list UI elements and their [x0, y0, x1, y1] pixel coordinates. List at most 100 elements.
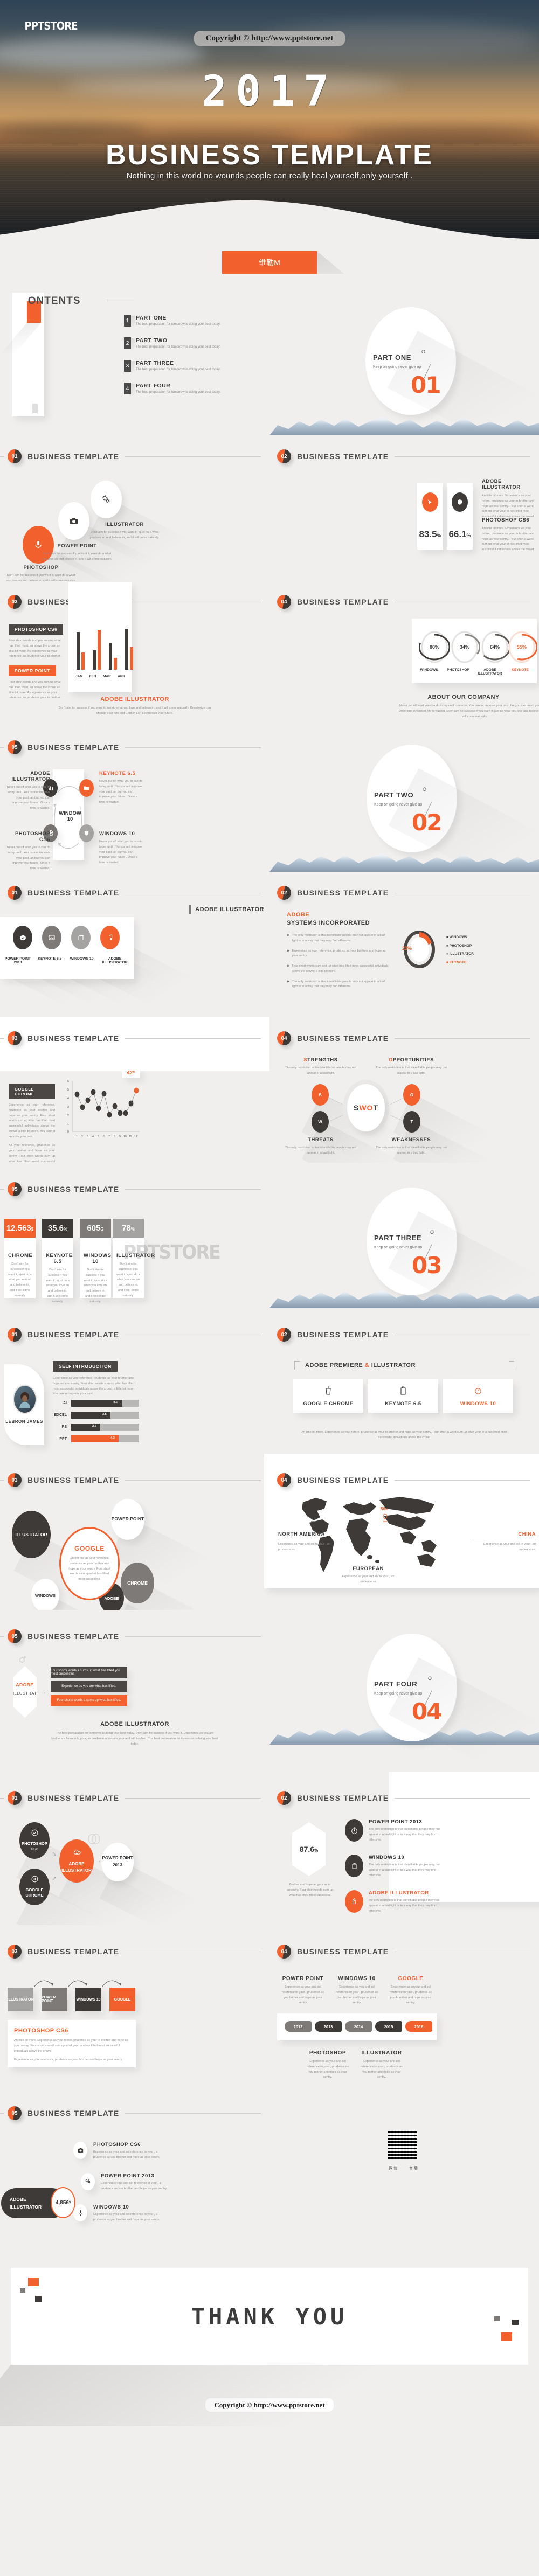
slide-title: BUSINESS TEMPLATE	[297, 1034, 389, 1043]
orbit-node-illustrator[interactable]: ILLUSTRATOR	[12, 1511, 51, 1558]
slide-title: BUSINESS TEMPLATE	[27, 1947, 120, 1956]
ring-label: ADOBE ILLUSTRATOR	[478, 668, 502, 676]
step-google[interactable]: GOOGLE	[109, 1988, 135, 2011]
timeline-year[interactable]: 2016	[405, 2021, 432, 2032]
progress-rings-card: 80% 34% 64% 55% WINDOWS PHOTOSHOP ADOBE …	[412, 619, 538, 683]
tile-card[interactable]: WINDOWS 10	[443, 1379, 513, 1413]
map-pin-icon	[310, 1513, 315, 1525]
item-label: KEYNOTE 6.5	[38, 957, 62, 961]
item-desc: the only restriction is that identifiabl…	[369, 1899, 439, 1913]
node-powerpoint[interactable]: POWER POINT 2013	[101, 1843, 134, 1881]
item-desc: Don't aim for success if you want it; aj…	[6, 574, 76, 581]
list-item[interactable]: 4 PART FOUR The best preparation for tom…	[124, 383, 264, 395]
folder-icon[interactable]	[79, 779, 94, 797]
slide-title: BUSINESS TEMPLATE	[297, 1947, 389, 1956]
tile-card[interactable]: KEYNOTE 6.5	[368, 1379, 438, 1413]
slide-badge: 04	[277, 595, 291, 609]
briefcase-icon	[368, 1386, 438, 1398]
ring-label: WINDOWS	[420, 668, 438, 672]
bar-label: AI	[63, 1401, 67, 1405]
ribbon-label: 维勒M	[222, 251, 317, 274]
camera-icon[interactable]	[58, 502, 89, 540]
node-photoshop[interactable]: PHOTOSHOP CS6	[19, 1822, 50, 1859]
svg-text:4: 4	[92, 1135, 94, 1138]
pill-value: 4,856 $	[51, 2187, 75, 2218]
bar-chart-card: JAN FEB MAR APR	[68, 582, 133, 692]
tile-card[interactable]: GOOGLE CHROME	[293, 1379, 363, 1413]
heading-line1: ADOBE	[287, 912, 310, 918]
slide-title: BUSINESS TEMPLATE	[297, 1330, 389, 1339]
music-note-icon[interactable]	[100, 926, 120, 949]
stat-value: 66.1%	[448, 529, 471, 539]
hero-year: 2017	[202, 67, 337, 116]
gears-icon[interactable]	[91, 481, 122, 518]
slide-title: BUSINESS TEMPLATE	[27, 1476, 120, 1484]
timeline-year[interactable]: 2012	[285, 2021, 312, 2032]
swot-node-t[interactable]: T	[403, 1111, 420, 1133]
slide-19: 04 BUSINESS TEMPLATE POWER POINT Experie…	[270, 1925, 539, 2087]
image-icon[interactable]	[42, 926, 61, 949]
item-desc: Don't aim for success if you want it; aj…	[42, 552, 112, 561]
shield-icon[interactable]	[79, 824, 94, 842]
percent-desc: Brother and hope as your as to ansentry.…	[286, 1883, 333, 1897]
swot-node-o[interactable]: O	[403, 1084, 420, 1106]
orbit-node-windows[interactable]: WINDOWS	[31, 1579, 59, 1610]
footer-desc: Don't aim for success if you want it; ju…	[58, 706, 211, 715]
qr-caption-a: 微 信	[389, 2167, 397, 2170]
list-item[interactable]: 1 PART ONE The best preparation for tomo…	[124, 315, 264, 328]
center-node-google[interactable]: GOOGLE Experience as your reference, pru…	[59, 1527, 120, 1600]
slide-07: 02 BUSINESS TEMPLATE ADOBE SYSTEMS INCOR…	[270, 872, 539, 1017]
step-windows[interactable]: WINDOWS 10	[75, 1988, 101, 2011]
part-sub: Keep on going never give up	[374, 1692, 423, 1696]
thank-you-card: THANK YOU	[11, 2268, 528, 2365]
bar-apr-series2	[130, 647, 133, 670]
kpi-value: 605G	[80, 1219, 111, 1238]
svg-text:8: 8	[114, 1135, 115, 1138]
swot-node-s[interactable]: S	[312, 1084, 329, 1106]
slide-title: BUSINESS TEMPLATE	[27, 1330, 120, 1339]
slide-title: BUSINESS TEMPLATE	[297, 452, 389, 461]
timeline-year[interactable]: 2013	[315, 2021, 342, 2032]
row-bar[interactable]: Four shorts words a sums up what has lif…	[51, 1667, 127, 1678]
photos-icon[interactable]	[71, 926, 91, 949]
list-item[interactable]: 3 PART THREE The best preparation for to…	[124, 360, 264, 373]
svg-text:7: 7	[108, 1135, 110, 1138]
swot-node-w[interactable]: W	[312, 1111, 329, 1133]
toc-desc: The best preparation for tomorrow is doi…	[136, 368, 220, 371]
section-desc: An little bit more. Experience as your r…	[301, 1431, 507, 1439]
row-bar[interactable]: Four shorts words a sums up what has lif…	[51, 1695, 127, 1706]
list-item[interactable]: 2 PART TWO The best preparation for tomo…	[124, 337, 264, 350]
title-rule	[125, 456, 261, 457]
percent-value: 87.6%	[299, 1845, 319, 1853]
step-powerpoint[interactable]: POWER POINT	[42, 1988, 67, 2011]
svg-text:5: 5	[98, 1135, 99, 1138]
row-bar[interactable]: Experience as you are what has lifted.	[51, 1681, 127, 1692]
part-title: PART ONE	[373, 353, 412, 362]
col-desc: Experience as you and sol reference to y…	[336, 1985, 378, 2005]
ring-value: 64%	[489, 644, 500, 650]
part-degree-mark: O	[430, 1230, 434, 1235]
map-pin-icon	[345, 1504, 350, 1515]
node-chrome[interactable]: GOOGLE CHROME	[19, 1869, 50, 1905]
orbit-node-powerpoint[interactable]: POWER POINT	[111, 1499, 144, 1540]
slide-04: 04 BUSINESS TEMPLATE 80% 34% 64% 55% WIN…	[270, 581, 539, 726]
timeline-year[interactable]: 2015	[375, 2021, 402, 2032]
cloud-check-icon[interactable]	[13, 926, 32, 949]
node-label: GOOGLE CHROME	[25, 1887, 44, 1898]
item-desc: Experience as your and sol reference to …	[93, 2150, 160, 2159]
slide-12: 02 BUSINESS TEMPLATE ADOBE PREMIERE & IL…	[270, 1308, 539, 1454]
timeline-year[interactable]: 2014	[345, 2021, 372, 2032]
cloud-down-icon	[73, 1848, 81, 1859]
bar-value: 4.3	[110, 1436, 115, 1440]
part-title: PART THREE	[374, 1234, 422, 1242]
orbit-node-chrome[interactable]: CHROME	[121, 1563, 154, 1603]
part-two-circle: PART TWO O Keep on going never give up 0…	[367, 745, 457, 852]
col-desc: Experience as your and sol reference to …	[282, 1985, 324, 2005]
step-illustrator[interactable]: ILLUSTRATOR	[8, 1988, 33, 2011]
slide-10: 05 BUSINESS TEMPLATE 12.563$ CHROME Don'…	[0, 1163, 270, 1308]
qr-code[interactable]	[388, 2130, 417, 2159]
contents-slide: CONTENTS 1 PART ONE The best preparation…	[0, 274, 539, 435]
slide-badge: 01	[8, 1791, 22, 1805]
center-desc: Experience as your reference, prudence a…	[68, 1557, 110, 1581]
title-rule	[125, 2113, 261, 2114]
